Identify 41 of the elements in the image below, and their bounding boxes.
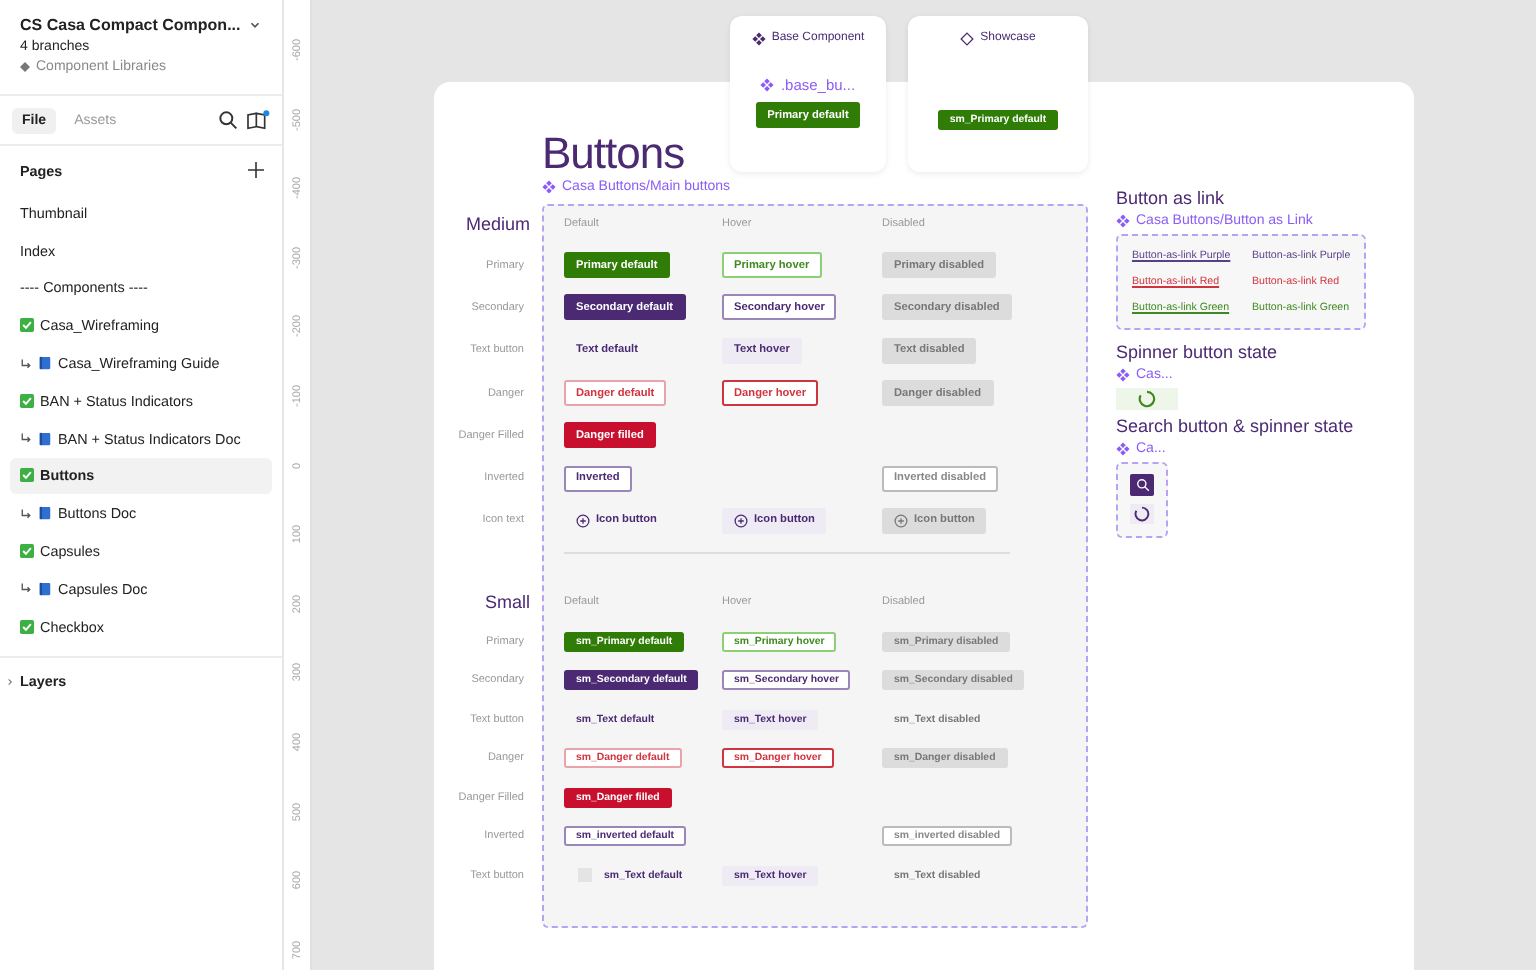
book-icon xyxy=(38,581,52,596)
book-icon xyxy=(38,356,52,371)
arrow-icon xyxy=(20,507,32,520)
component-icon xyxy=(542,179,556,193)
arrow-icon xyxy=(20,357,32,370)
book-icon[interactable] xyxy=(246,110,270,130)
spinner-button[interactable] xyxy=(1130,504,1154,524)
spinner-icon xyxy=(1138,390,1156,408)
plus-circle-icon xyxy=(576,513,590,528)
component-icon xyxy=(751,31,766,45)
search-icon[interactable] xyxy=(218,110,238,130)
book-icon xyxy=(38,506,52,521)
plus-icon[interactable] xyxy=(248,162,264,178)
checkmark-icon xyxy=(20,544,34,559)
arrow-icon xyxy=(20,582,32,595)
spinner-icon xyxy=(1134,506,1150,522)
plus-circle-icon xyxy=(734,513,748,528)
component-icon xyxy=(20,62,30,72)
book-icon xyxy=(38,431,52,446)
checkmark-icon xyxy=(20,318,34,333)
component-icon xyxy=(1116,441,1130,455)
section-title: Button as link xyxy=(1116,186,1225,210)
arrow-icon xyxy=(20,432,32,445)
section-title: Search button & spinner state xyxy=(1116,414,1354,438)
caret-icon[interactable] xyxy=(248,18,262,32)
section-title: Medium xyxy=(463,214,532,234)
plus-circle-icon xyxy=(894,513,908,528)
section-title: Spinner button state xyxy=(1116,340,1278,364)
frame-title: Buttons xyxy=(542,132,687,176)
chevron-icon[interactable] xyxy=(6,677,14,686)
diamond-icon xyxy=(960,31,975,45)
file-title[interactable]: CS Casa Compact Compon... xyxy=(20,16,241,34)
component-icon xyxy=(1116,213,1130,227)
component-icon xyxy=(1116,367,1130,381)
checkmark-icon xyxy=(20,393,34,408)
component-icon xyxy=(760,77,775,91)
search-button[interactable] xyxy=(1130,474,1154,496)
search-icon xyxy=(1135,478,1149,492)
checkmark-icon xyxy=(20,619,34,634)
checkmark-icon xyxy=(20,468,34,483)
section-title: Small xyxy=(482,592,532,613)
